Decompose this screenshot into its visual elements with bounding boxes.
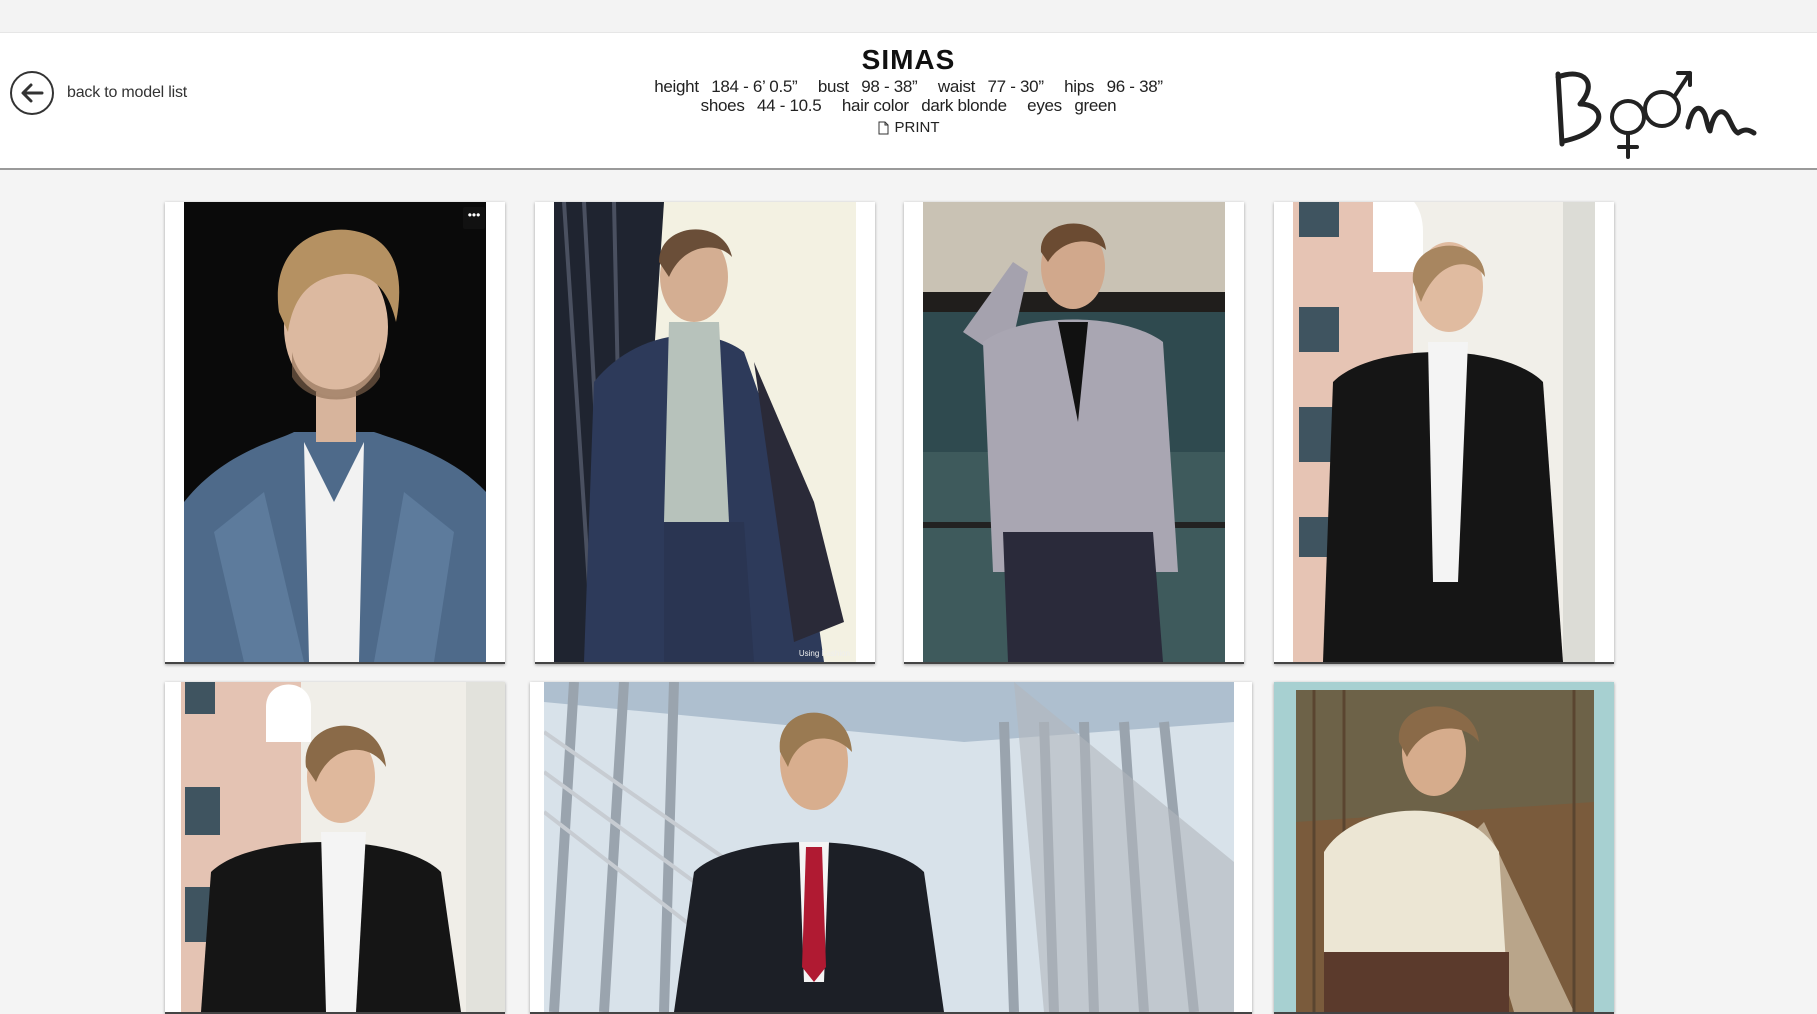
stat-height: height 184 - 6’ 0.5” (650, 77, 801, 96)
stat-value: 44 - 10.5 (756, 96, 822, 115)
stat-label: height (654, 77, 699, 96)
portfolio-photo-red-tie[interactable] (544, 682, 1234, 1012)
print-button[interactable]: PRINT (878, 119, 940, 136)
photo-options-button[interactable]: ••• (463, 207, 485, 229)
stat-hips: hips 96 - 38” (1060, 77, 1167, 96)
photo-card[interactable] (904, 202, 1244, 664)
photo-card[interactable]: ••• (165, 202, 505, 664)
stat-label: waist (937, 77, 976, 96)
stats-line-1: height 184 - 6’ 0.5” bust 98 - 38” waist… (0, 77, 1817, 96)
stat-value: dark blonde (921, 96, 1007, 115)
photo-card[interactable] (165, 682, 505, 1014)
photo-card[interactable]: Using Fashion (535, 202, 875, 664)
stat-label: bust (817, 77, 849, 96)
stat-shoes: shoes 44 - 10.5 (697, 96, 826, 115)
portfolio-photo-cream-sweater[interactable] (1274, 682, 1614, 1012)
photo-card[interactable] (1274, 202, 1614, 664)
photo-card[interactable] (1274, 682, 1614, 1014)
portfolio-photo-black-blazer-2[interactable] (181, 682, 505, 1012)
stat-label: eyes (1027, 96, 1062, 115)
portfolio-photo-denim[interactable] (184, 202, 486, 662)
stat-value: 98 - 38” (861, 77, 918, 96)
photo-credit: Using Fashion (798, 649, 850, 658)
top-strip (0, 0, 1817, 33)
model-header: back to model list SIMAS height 184 - 6’… (0, 33, 1817, 170)
stat-value: green (1074, 96, 1117, 115)
stat-eyes: eyes green (1023, 96, 1120, 115)
portfolio-photo-grey-blazer[interactable] (923, 202, 1225, 662)
model-name: SIMAS (861, 44, 956, 75)
portfolio-photo-turtleneck[interactable]: Using Fashion (554, 202, 856, 662)
stat-label: hips (1064, 77, 1095, 96)
stat-label: shoes (700, 96, 745, 115)
document-icon (878, 121, 888, 134)
stats-line-2: shoes 44 - 10.5 hair color dark blonde e… (0, 96, 1817, 115)
portfolio-photo-black-blazer[interactable] (1293, 202, 1595, 662)
boom-logo[interactable] (1550, 59, 1760, 159)
stat-value: 96 - 38” (1106, 77, 1163, 96)
photo-card[interactable] (530, 682, 1252, 1014)
stat-bust: bust 98 - 38” (814, 77, 922, 96)
model-info: SIMAS height 184 - 6’ 0.5” bust 98 - 38”… (0, 43, 1817, 140)
photo-gallery: ••• Using Fashion (0, 170, 1817, 1014)
stat-value: 77 - 30” (987, 77, 1044, 96)
stat-label: hair color (841, 96, 909, 115)
stat-waist: waist 77 - 30” (934, 77, 1048, 96)
print-label[interactable]: PRINT (895, 119, 940, 136)
stat-value: 184 - 6’ 0.5” (711, 77, 798, 96)
stat-hair-color: hair color dark blonde (838, 96, 1011, 115)
